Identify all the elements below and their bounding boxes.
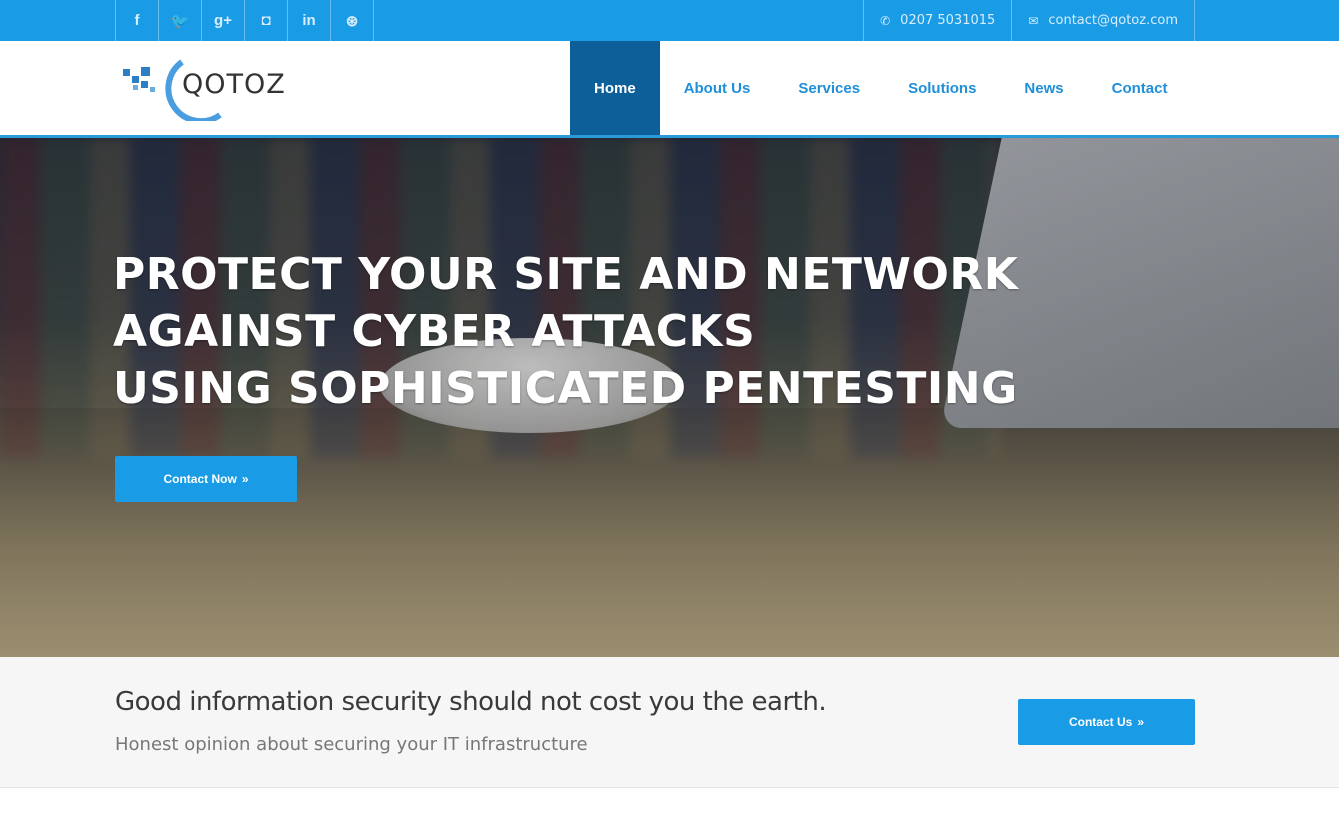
cta-headline: Good information security should not cos… bbox=[115, 687, 827, 717]
linkedin-icon[interactable]: in bbox=[288, 0, 331, 41]
contact-us-label: Contact Us bbox=[1068, 715, 1133, 729]
hero-headline: PROTECT YOUR SITE AND NETWORK AGAINST CY… bbox=[113, 246, 1073, 417]
contact-info: ✆ 0207 5031015 ✉ contact@qotoz.com bbox=[863, 0, 1195, 41]
contact-now-button[interactable]: Contact Now » bbox=[115, 456, 297, 502]
twitter-icon[interactable]: 🐦 bbox=[159, 0, 202, 41]
nav-about-us[interactable]: About Us bbox=[660, 41, 775, 135]
contact-now-label: Contact Now bbox=[163, 472, 237, 486]
brand-name: QOTOZ bbox=[182, 69, 286, 100]
hero-line-2: AGAINST CYBER ATTACKS bbox=[113, 306, 756, 357]
hero-line-3: USING SOPHISTICATED PENTESTING bbox=[113, 363, 1018, 414]
double-chevron-right-icon: » bbox=[1137, 715, 1145, 729]
cta-strip: Good information security should not cos… bbox=[0, 657, 1339, 788]
phone-contact[interactable]: ✆ 0207 5031015 bbox=[864, 0, 1013, 41]
top-bar: f 🐦 g+ ◘ in ⊛ ✆ 0207 5031015 ✉ contact@q… bbox=[0, 0, 1339, 41]
nav-contact[interactable]: Contact bbox=[1088, 41, 1192, 135]
email-address: contact@qotoz.com bbox=[1048, 13, 1178, 28]
double-chevron-right-icon: » bbox=[241, 472, 249, 486]
social-links: f 🐦 g+ ◘ in ⊛ bbox=[115, 0, 374, 41]
nav-news[interactable]: News bbox=[1000, 41, 1087, 135]
envelope-icon: ✉ bbox=[1028, 13, 1039, 28]
nav-solutions[interactable]: Solutions bbox=[884, 41, 1000, 135]
google-plus-icon[interactable]: g+ bbox=[202, 0, 245, 41]
phone-icon: ✆ bbox=[880, 13, 891, 28]
main-nav: Home About Us Services Solutions News Co… bbox=[570, 41, 1191, 135]
nav-services[interactable]: Services bbox=[774, 41, 884, 135]
email-contact[interactable]: ✉ contact@qotoz.com bbox=[1012, 0, 1195, 41]
hero-line-1: PROTECT YOUR SITE AND NETWORK bbox=[113, 249, 1019, 300]
dribbble-icon[interactable]: ⊛ bbox=[331, 0, 374, 41]
contact-us-button[interactable]: Contact Us » bbox=[1018, 699, 1195, 745]
facebook-icon[interactable]: f bbox=[116, 0, 159, 41]
hero-banner: PROTECT YOUR SITE AND NETWORK AGAINST CY… bbox=[0, 138, 1339, 657]
nav-home[interactable]: Home bbox=[570, 41, 660, 135]
logo[interactable]: QOTOZ bbox=[120, 57, 290, 125]
instagram-icon[interactable]: ◘ bbox=[245, 0, 288, 41]
site-header: QOTOZ Home About Us Services Solutions N… bbox=[0, 41, 1339, 138]
phone-number: 0207 5031015 bbox=[900, 13, 996, 28]
cta-subline: Honest opinion about securing your IT in… bbox=[115, 734, 588, 755]
